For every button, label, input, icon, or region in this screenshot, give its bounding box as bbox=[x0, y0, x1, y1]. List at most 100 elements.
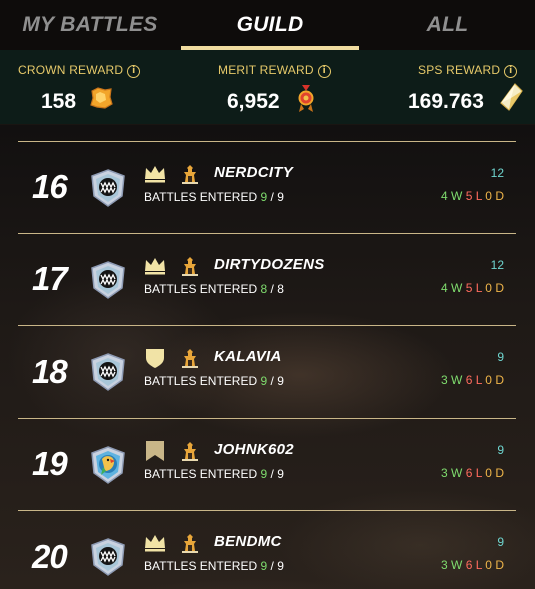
score-value: 9 bbox=[497, 442, 504, 457]
battles-entered-separator: / bbox=[270, 466, 274, 481]
battles-entered-label: BATTLES ENTERED bbox=[144, 281, 258, 296]
battles-entered-count: 9 bbox=[260, 190, 268, 204]
guild-battle-list: 16 NERDCITY BATTLES ENTERED 9 / 9 12 4 W… bbox=[18, 141, 516, 589]
info-icon[interactable]: i bbox=[127, 65, 141, 78]
guild-hall-icon bbox=[182, 534, 198, 553]
wins-count: 4 bbox=[440, 280, 448, 295]
rank-number: 19 bbox=[32, 445, 68, 483]
wins-count: 3 bbox=[440, 558, 448, 572]
wins-letter: W bbox=[451, 558, 463, 572]
wins-count: 3 bbox=[440, 373, 448, 387]
losses-letter: L bbox=[475, 558, 482, 572]
sps-reward-label: SPS REWARD bbox=[418, 63, 501, 77]
player-name[interactable]: KALAVIA bbox=[214, 348, 282, 365]
battle-tabs: MY BATTLES GUILD ALL bbox=[0, 0, 535, 50]
win-loss-record: 4 W 5 L 0 D bbox=[441, 189, 504, 203]
guild-hall-icon bbox=[182, 349, 198, 368]
battles-entered-count: 8 bbox=[260, 281, 268, 296]
sps-reward-value: 169.763 bbox=[408, 90, 484, 113]
losses-count: 6 bbox=[465, 373, 473, 387]
battles-entered: BATTLES ENTERED 8 / 8 bbox=[144, 282, 284, 296]
losses-letter: L bbox=[475, 373, 482, 387]
battles-entered: BATTLES ENTERED 9 / 9 bbox=[144, 374, 284, 388]
sps-crystal-icon bbox=[500, 83, 523, 111]
wins-letter: W bbox=[451, 280, 463, 295]
player-name[interactable]: BENDMC bbox=[214, 533, 282, 550]
shield-icon bbox=[146, 349, 164, 368]
merit-reward: MERIT REWARD i 6,952 bbox=[178, 50, 358, 124]
list-item[interactable]: 18 KALAVIA BATTLES ENTERED 9 / 9 9 3 W 6… bbox=[18, 326, 516, 419]
draws-letter: D bbox=[495, 280, 504, 295]
win-loss-record: 3 W 6 L 0 D bbox=[441, 373, 504, 387]
win-loss-record: 3 W 6 L 0 D bbox=[441, 558, 504, 572]
draws-count: 0 bbox=[485, 558, 492, 572]
guild-hall-icon bbox=[182, 165, 198, 184]
merit-medal-icon bbox=[298, 85, 314, 112]
crown-token-icon bbox=[90, 87, 113, 109]
battles-total-count: 8 bbox=[277, 281, 284, 296]
crown-icon bbox=[145, 535, 165, 552]
player-name[interactable]: NERDCITY bbox=[214, 164, 293, 181]
battles-entered: BATTLES ENTERED 9 / 9 bbox=[144, 559, 284, 573]
score-value: 12 bbox=[490, 166, 504, 180]
tab-all[interactable]: ALL bbox=[360, 0, 535, 50]
list-item[interactable]: 19 JOHNK602 BATTLES ENTERED 9 / 9 9 3 W … bbox=[18, 419, 516, 511]
losses-count: 5 bbox=[465, 189, 473, 203]
list-item[interactable]: 20 BENDMC BATTLES ENTERED 9 / 9 9 3 W 6 … bbox=[18, 511, 516, 589]
draws-letter: D bbox=[495, 558, 504, 572]
guild-badge-icon bbox=[91, 538, 125, 576]
list-item[interactable]: 16 NERDCITY BATTLES ENTERED 9 / 9 12 4 W… bbox=[18, 141, 516, 234]
battles-entered-label: BATTLES ENTERED bbox=[144, 374, 258, 388]
rank-number: 20 bbox=[32, 537, 68, 575]
wins-count: 3 bbox=[440, 465, 448, 480]
battles-entered-count: 9 bbox=[260, 374, 268, 388]
score-value: 12 bbox=[490, 257, 504, 272]
battles-total-count: 9 bbox=[277, 190, 284, 204]
score-value: 9 bbox=[497, 350, 504, 364]
losses-count: 6 bbox=[465, 465, 473, 480]
info-icon[interactable]: i bbox=[504, 65, 518, 78]
draws-count: 0 bbox=[485, 373, 492, 387]
battles-entered: BATTLES ENTERED 9 / 9 bbox=[144, 190, 284, 204]
guild-hall-icon bbox=[182, 256, 198, 276]
battles-total-count: 9 bbox=[277, 466, 284, 481]
info-icon[interactable]: i bbox=[317, 65, 331, 78]
draws-count: 0 bbox=[485, 280, 492, 295]
wins-count: 4 bbox=[440, 189, 448, 203]
draws-letter: D bbox=[495, 189, 504, 203]
rank-number: 18 bbox=[32, 352, 68, 390]
guild-badge-icon bbox=[91, 260, 125, 299]
parrot-badge-icon bbox=[91, 445, 125, 484]
draws-letter: D bbox=[495, 373, 504, 387]
sps-reward: SPS REWARD i 169.763 bbox=[358, 50, 535, 124]
player-name[interactable]: JOHNK602 bbox=[214, 441, 294, 458]
battles-entered-separator: / bbox=[270, 559, 274, 573]
score-value: 9 bbox=[497, 535, 504, 549]
battles-entered-count: 9 bbox=[260, 559, 268, 573]
wins-letter: W bbox=[451, 465, 463, 480]
losses-count: 5 bbox=[465, 280, 473, 295]
crown-reward-value: 158 bbox=[41, 90, 77, 113]
losses-count: 6 bbox=[465, 558, 473, 572]
guild-hall-icon bbox=[182, 441, 198, 461]
rank-number: 16 bbox=[32, 168, 68, 206]
win-loss-record: 4 W 5 L 0 D bbox=[441, 281, 504, 295]
guild-badge-icon bbox=[91, 169, 125, 207]
losses-letter: L bbox=[475, 465, 482, 480]
list-item[interactable]: 17 DIRTYDOZENS BATTLES ENTERED 8 / 8 12 … bbox=[18, 234, 516, 326]
losses-letter: L bbox=[475, 280, 482, 295]
tab-guild[interactable]: GUILD bbox=[180, 0, 360, 50]
tab-my-battles[interactable]: MY BATTLES bbox=[0, 0, 180, 50]
wins-letter: W bbox=[451, 189, 463, 203]
merit-reward-value: 6,952 bbox=[227, 90, 280, 113]
player-name[interactable]: DIRTYDOZENS bbox=[214, 256, 325, 273]
battles-entered-separator: / bbox=[270, 190, 274, 204]
rewards-panel: CROWN REWARD i 158 MERIT REWARD i 6,952 SP… bbox=[0, 50, 535, 124]
win-loss-record: 3 W 6 L 0 D bbox=[441, 466, 504, 480]
battles-entered-count: 9 bbox=[260, 466, 268, 481]
battles-entered-label: BATTLES ENTERED bbox=[144, 466, 258, 481]
rank-number: 17 bbox=[32, 260, 68, 298]
battles-entered-label: BATTLES ENTERED bbox=[144, 190, 258, 204]
merit-reward-label: MERIT REWARD bbox=[218, 63, 314, 77]
battles-total-count: 9 bbox=[277, 559, 284, 573]
